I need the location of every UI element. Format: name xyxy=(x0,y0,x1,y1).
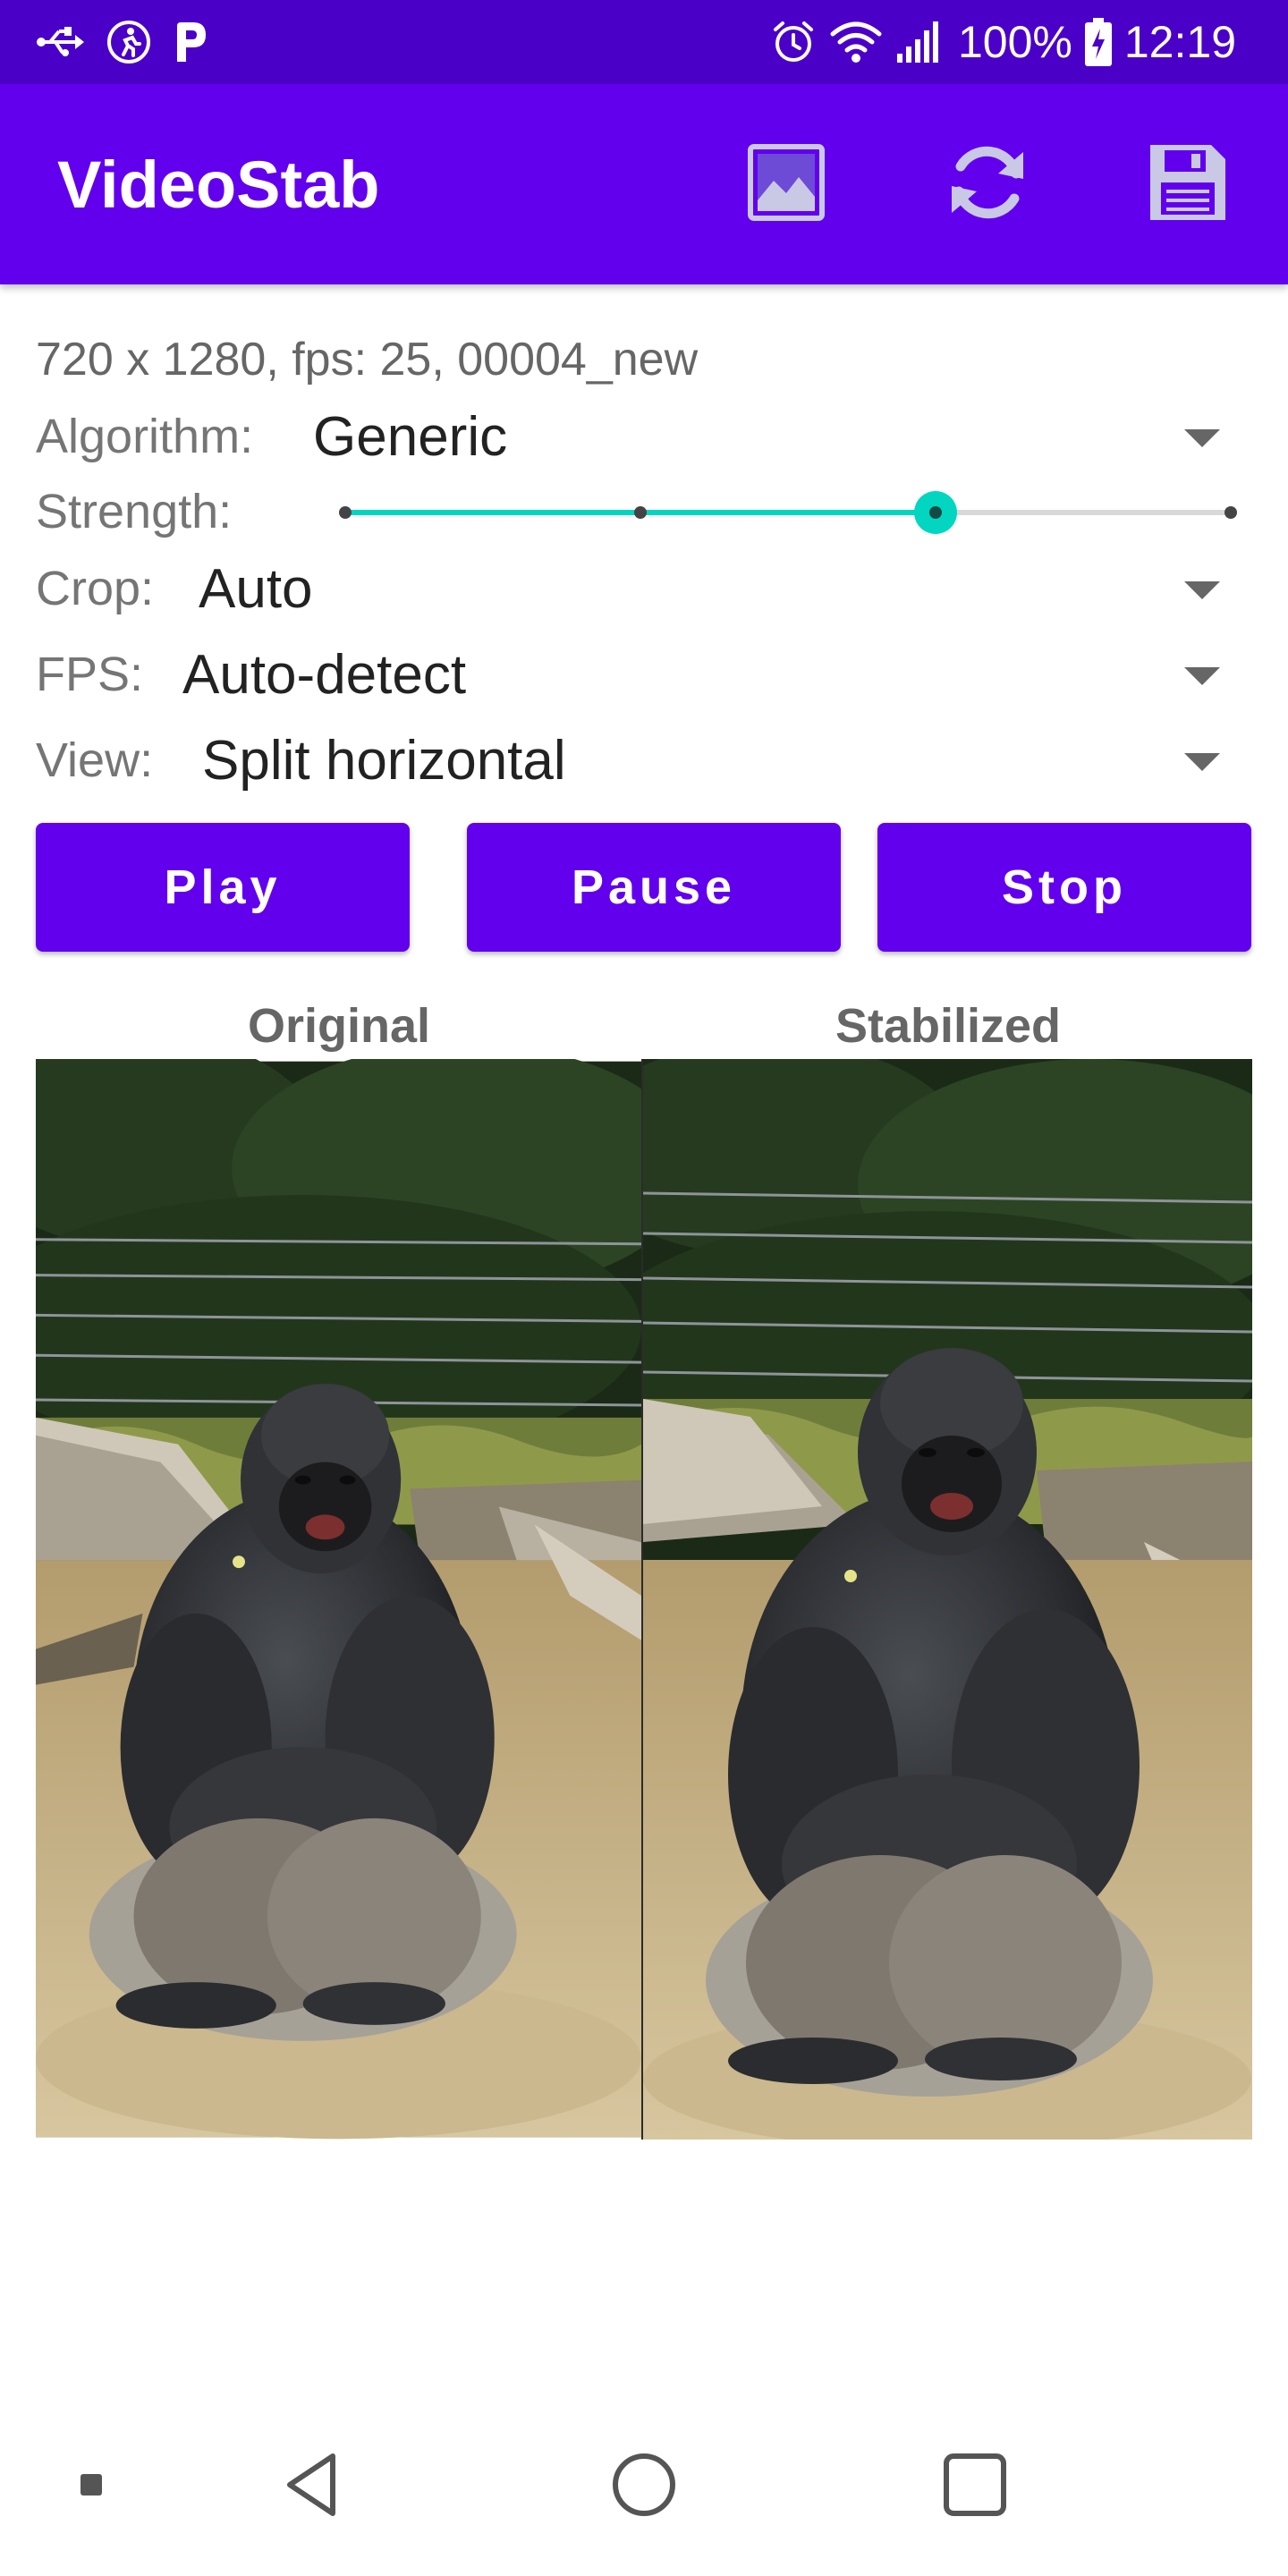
back-icon xyxy=(277,2449,349,2525)
dot-button[interactable] xyxy=(38,2433,145,2540)
fps-dropdown[interactable]: Auto-detect xyxy=(182,633,1252,716)
crop-value: Auto xyxy=(199,557,313,620)
recents-button[interactable] xyxy=(921,2433,1029,2540)
chevron-down-icon xyxy=(1184,581,1220,599)
wifi-icon xyxy=(829,20,883,64)
original-video-frame xyxy=(36,1059,641,2140)
back-button[interactable] xyxy=(259,2433,367,2540)
navigation-bar xyxy=(0,2397,1288,2576)
refresh-button[interactable] xyxy=(943,140,1032,229)
algorithm-row: Algorithm: Generic xyxy=(36,395,1252,478)
home-icon xyxy=(608,2449,680,2525)
slider-tick xyxy=(634,506,647,519)
app-bar: VideoStab xyxy=(0,84,1288,284)
play-button[interactable]: Play xyxy=(36,823,410,952)
strength-slider[interactable] xyxy=(339,470,1237,553)
algorithm-dropdown[interactable]: Generic xyxy=(313,395,1252,478)
algorithm-label: Algorithm: xyxy=(36,410,254,463)
video-preview[interactable] xyxy=(36,1059,1252,2140)
slider-thumb[interactable] xyxy=(914,491,958,534)
view-dropdown[interactable]: Split horizontal xyxy=(202,719,1252,801)
accessibility-icon xyxy=(106,19,152,65)
dot-icon xyxy=(78,2471,105,2503)
fps-value: Auto-detect xyxy=(182,643,467,706)
original-label: Original xyxy=(247,999,431,1053)
view-row: View: Split horizontal xyxy=(36,719,1252,801)
crop-dropdown[interactable]: Auto xyxy=(199,547,1252,630)
gallery-icon xyxy=(745,141,827,228)
slider-tick xyxy=(1224,506,1237,519)
strength-row: Strength: xyxy=(36,470,1252,553)
view-label: View: xyxy=(36,733,154,787)
battery-charging-icon xyxy=(1084,18,1112,66)
chevron-down-icon xyxy=(1184,667,1220,685)
usb-icon xyxy=(36,24,86,60)
alarm-icon xyxy=(770,19,817,65)
parking-app-icon xyxy=(172,19,211,65)
view-value: Split horizontal xyxy=(202,729,566,792)
fps-label: FPS: xyxy=(36,648,144,701)
chevron-down-icon xyxy=(1184,753,1220,771)
save-icon xyxy=(1145,140,1231,230)
fps-row: FPS: Auto-detect xyxy=(36,633,1252,716)
stabilized-label: Stabilized xyxy=(835,999,1062,1053)
refresh-icon xyxy=(943,138,1032,232)
stop-button[interactable]: Stop xyxy=(877,823,1251,952)
strength-label: Strength: xyxy=(36,485,233,538)
home-button[interactable] xyxy=(590,2433,698,2540)
gallery-button[interactable] xyxy=(741,140,831,229)
signal-icon xyxy=(895,20,945,64)
algorithm-value: Generic xyxy=(313,405,508,468)
recents-icon xyxy=(939,2449,1011,2525)
crop-label: Crop: xyxy=(36,562,155,615)
slider-tick xyxy=(339,506,352,519)
clock: 12:19 xyxy=(1123,17,1236,67)
save-button[interactable] xyxy=(1143,140,1233,229)
chevron-down-icon xyxy=(1184,429,1220,447)
video-info: 720 x 1280, fps: 25, 00004_new xyxy=(36,334,699,386)
stabilized-video-frame xyxy=(643,1059,1252,2140)
app-title: VideoStab xyxy=(57,147,380,222)
crop-row: Crop: Auto xyxy=(36,547,1252,630)
battery-percent: 100% xyxy=(957,17,1072,67)
pause-button[interactable]: Pause xyxy=(467,823,841,952)
status-bar: 100% 12:19 xyxy=(0,0,1288,84)
